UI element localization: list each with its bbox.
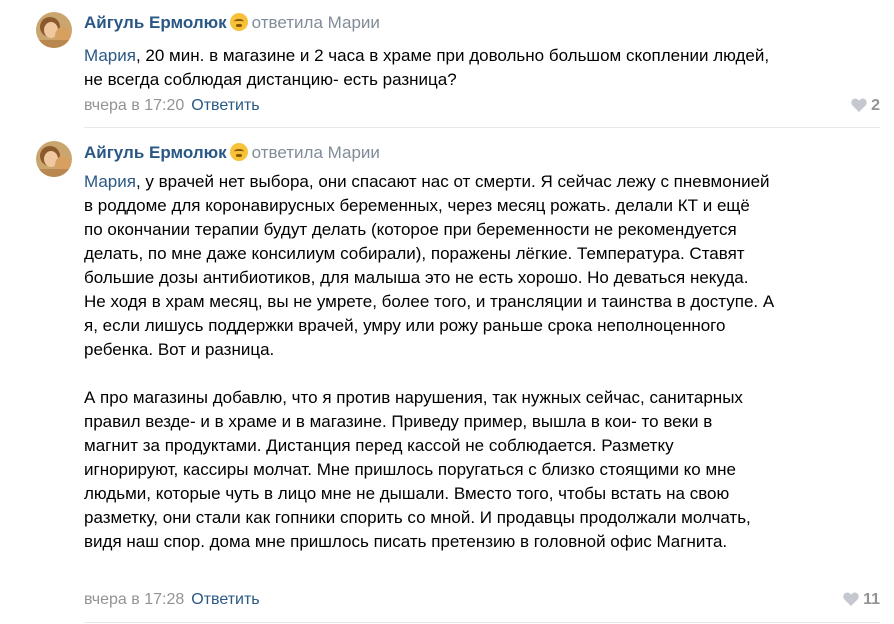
text-line: , 20 мин. в магазине и 2 часа в храме пр… <box>135 46 770 65</box>
text-line: в роддоме для коронавирусных беременных,… <box>84 196 750 215</box>
text-line: разметку, они стали как гопники спорить … <box>84 508 751 527</box>
comment-meta: вчера в 17:28 Ответить <box>84 590 260 610</box>
comment-date[interactable]: вчера в 17:28 <box>84 591 184 608</box>
comment-line: Мария, 20 мин. в магазине и 2 часа в хра… <box>84 44 884 68</box>
like-button[interactable]: 11 <box>843 590 880 610</box>
face-emoji-icon <box>229 143 248 161</box>
replied-to-label[interactable]: ответила Марии <box>252 143 380 162</box>
mention-link[interactable]: Мария <box>84 46 136 65</box>
comment-line: Мария, у врачей нет выбора, они спасают … <box>84 170 884 194</box>
text-line: людьми, которые чуть в лицо мне не дышал… <box>84 484 730 503</box>
comment-text: Мария, у врачей нет выбора, они спасают … <box>84 170 884 554</box>
text-line: игнорируют, кассиры молчат. Мне пришлось… <box>84 460 737 479</box>
text-line: не всегда соблюдая дистанцию- есть разни… <box>84 70 457 89</box>
text-line: делать, по мне даже консилиум собирали),… <box>84 244 745 263</box>
text-line: большие дозы антибиотиков, для малыша эт… <box>84 268 749 287</box>
avatar[interactable] <box>36 12 72 48</box>
text-line: А про магазины добавлю, что я против нар… <box>84 388 743 407</box>
text-line: Не ходя в храм месяц, вы не умрете, боле… <box>84 292 775 311</box>
avatar-photo-icon <box>36 12 72 48</box>
comment-date[interactable]: вчера в 17:20 <box>84 97 184 114</box>
text-line: по окончании терапии будут делать (котор… <box>84 220 737 239</box>
author-name[interactable]: Айгуль Ермолюк <box>84 143 227 162</box>
replied-to-label[interactable]: ответила Марии <box>252 13 380 32</box>
text-line: правил везде- и в храме и в магазине. Пр… <box>84 412 713 431</box>
avatar[interactable] <box>36 141 72 177</box>
reply-button[interactable]: Ответить <box>191 97 259 114</box>
text-line: видя наш спор. дома мне пришлось писать … <box>84 532 728 551</box>
reply-button[interactable]: Ответить <box>191 591 259 608</box>
heart-icon <box>851 98 867 112</box>
comment-item: Айгуль Ермолюк ответила Марии Мария, 20 м… <box>0 0 894 128</box>
comment-header: Айгуль Ермолюк ответила Марии <box>84 12 380 34</box>
comment-text: Мария, 20 мин. в магазине и 2 часа в хра… <box>84 44 884 92</box>
text-line: я, если лишусь поддержки врачей, умру ил… <box>84 316 726 335</box>
comment-item: Айгуль Ермолюк ответила Марии Мария, у вр… <box>0 128 894 624</box>
like-count: 11 <box>863 591 880 608</box>
heart-icon <box>843 592 859 606</box>
like-button[interactable]: 2 <box>851 96 880 116</box>
author-name[interactable]: Айгуль Ермолюк <box>84 13 227 32</box>
avatar-photo-icon <box>36 141 72 177</box>
comment-meta: вчера в 17:20 Ответить <box>84 96 260 116</box>
text-line: ребенка. Вот и разница. <box>84 340 275 359</box>
divider <box>84 622 880 623</box>
like-count: 2 <box>871 97 880 114</box>
text-line: , у врачей нет выбора, они спасают нас о… <box>135 172 770 191</box>
comment-header: Айгуль Ермолюк ответила Марии <box>84 142 380 164</box>
text-line: магнит за продуктами. Дистанция перед ка… <box>84 436 674 455</box>
face-emoji-icon <box>229 13 248 31</box>
mention-link[interactable]: Мария <box>84 172 136 191</box>
